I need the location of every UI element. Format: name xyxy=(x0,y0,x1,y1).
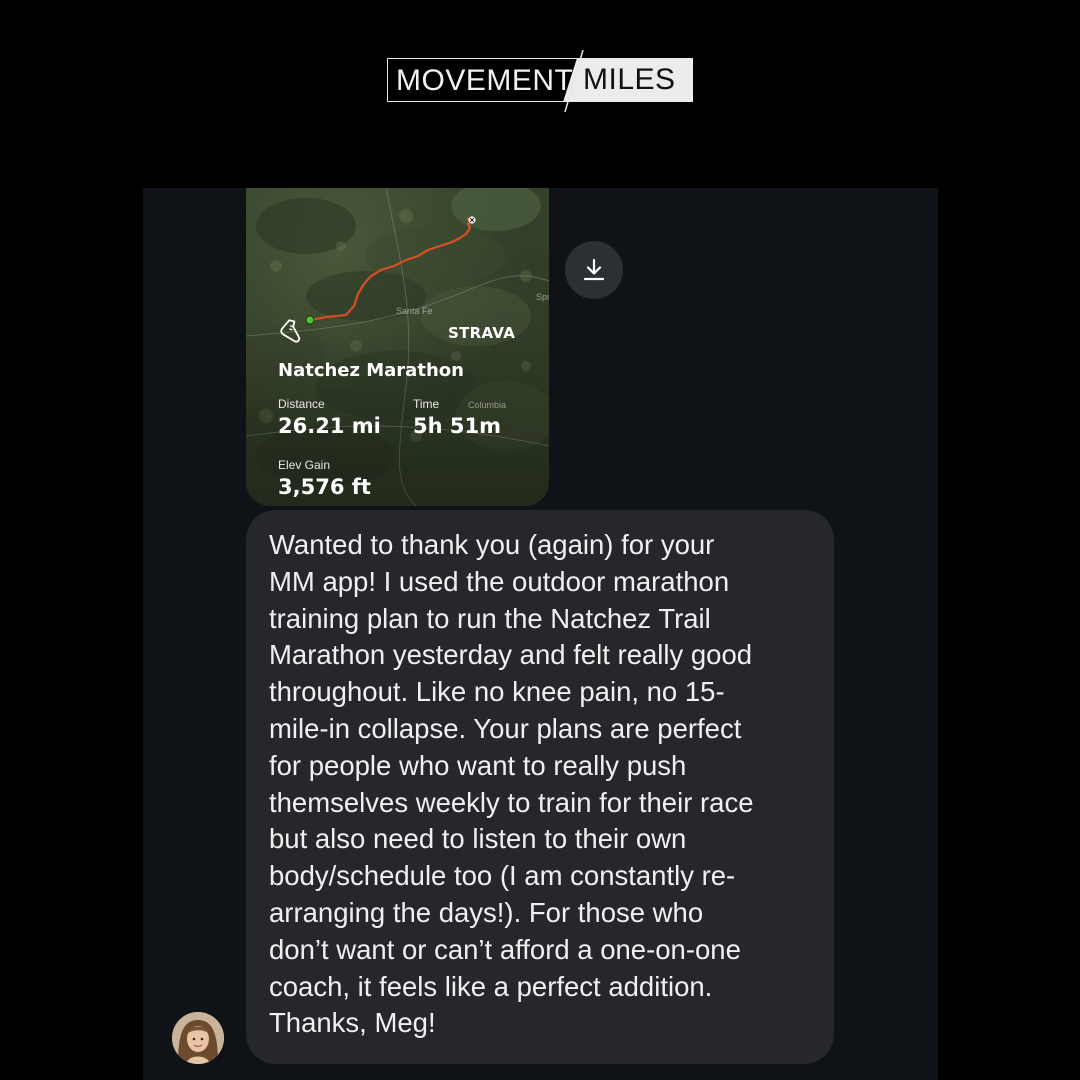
message-bubble[interactable]: Wanted to thank you (again) for your MM … xyxy=(246,510,834,1064)
time-label: Time xyxy=(413,397,440,411)
distance-label: Distance xyxy=(278,397,325,411)
map-label-santa-fe: Santa Fe xyxy=(396,306,433,316)
message-line: coach, it feels like a perfect addition. xyxy=(269,970,713,1002)
message-line: don’t want or can’t afford a one-on-one xyxy=(269,933,741,965)
message-line: training plan to run the Natchez Trail xyxy=(269,602,711,634)
message-line: Thanks, Meg! xyxy=(269,1007,436,1039)
download-button[interactable] xyxy=(565,241,623,299)
message-line: throughout. Like no knee pain, no 15- xyxy=(269,676,725,708)
brand-logo: MOVEMENT MILES xyxy=(387,50,693,112)
message-line: arranging the days!). For those who xyxy=(269,896,704,928)
map-label-spr: Spr xyxy=(536,292,549,302)
download-icon xyxy=(583,258,605,281)
message-line: Marathon yesterday and felt really good xyxy=(269,639,753,671)
message-line: themselves weekly to train for their rac… xyxy=(269,786,754,818)
chat-panel: Santa Fe Columbia Spr STRAVA Natchez Mar… xyxy=(143,188,938,1080)
message-line: Wanted to thank you (again) for your xyxy=(269,529,715,560)
message-text: Wanted to thank you (again) for your MM … xyxy=(269,527,819,1042)
message-line: MM app! I used the outdoor marathon xyxy=(269,565,730,597)
strava-activity-card[interactable]: Santa Fe Columbia Spr STRAVA Natchez Mar… xyxy=(246,188,549,506)
user-avatar-image xyxy=(172,1012,224,1064)
distance-value: 26.21 mi xyxy=(278,414,381,438)
map-label-columbia: Columbia xyxy=(468,400,507,410)
message-line: but also need to listen to their own xyxy=(269,823,687,855)
activity-title: Natchez Marathon xyxy=(278,360,464,381)
elev-gain-value: 3,576 ft xyxy=(278,475,371,499)
running-shoe-icon xyxy=(280,319,301,343)
time-value: 5h 51m xyxy=(413,414,501,438)
message-line: body/schedule too (I am constantly re- xyxy=(269,860,736,892)
message-line: for people who want to really push xyxy=(269,749,687,781)
message-line: mile-in collapse. Your plans are perfect xyxy=(269,712,742,744)
strava-logo: STRAVA xyxy=(448,324,516,342)
avatar[interactable] xyxy=(172,1012,224,1064)
elev-gain-label: Elev Gain xyxy=(278,458,331,472)
logo-slash-mark xyxy=(564,50,584,112)
